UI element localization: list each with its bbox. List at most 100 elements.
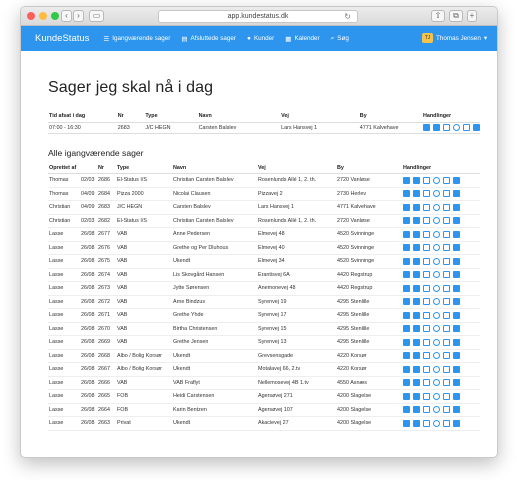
nav-kalender[interactable]: ▦ Kalender — [285, 35, 319, 43]
home-icon[interactable] — [403, 244, 410, 252]
document-icon[interactable] — [423, 298, 430, 306]
image-icon[interactable] — [443, 298, 450, 306]
document-icon[interactable] — [443, 124, 450, 131]
clock-icon[interactable] — [433, 419, 440, 427]
chat-icon[interactable] — [453, 271, 460, 279]
document-icon[interactable] — [423, 257, 430, 265]
document-icon[interactable] — [423, 325, 430, 333]
chat-icon[interactable] — [453, 406, 460, 414]
chat-icon[interactable] — [453, 325, 460, 333]
chat-icon[interactable] — [453, 230, 460, 238]
table-row[interactable]: Christian 04/09 2683 J/C HEGN Carsten Balsle… — [48, 200, 480, 215]
list-icon[interactable] — [413, 352, 420, 360]
list-icon[interactable] — [413, 284, 420, 292]
list-icon[interactable] — [413, 190, 420, 198]
home-icon[interactable] — [403, 217, 410, 225]
list-icon[interactable] — [413, 298, 420, 306]
list-icon[interactable] — [413, 338, 420, 346]
clock-icon[interactable] — [433, 190, 440, 198]
image-icon[interactable] — [443, 379, 450, 387]
sidebar-icon[interactable]: ▭ — [89, 10, 104, 22]
nav-kunder[interactable]: ● Kunder — [247, 35, 274, 42]
chat-icon[interactable] — [453, 311, 460, 319]
home-icon[interactable] — [403, 392, 410, 400]
chat-icon[interactable] — [453, 176, 460, 184]
list-icon[interactable] — [413, 325, 420, 333]
minimize-window-button[interactable] — [39, 12, 47, 20]
table-row[interactable]: Lasse 26/08 2666 VAB VAB Fraflyt Nellemosevej… — [48, 376, 480, 390]
table-row[interactable]: Lasse 26/08 2676 VAB Grethe og Per Dluhous El… — [48, 241, 480, 255]
document-icon[interactable] — [423, 284, 430, 292]
image-icon[interactable] — [463, 124, 470, 131]
table-row[interactable]: Lasse 26/08 2663 Privat Ukendt Akacievej 27 42… — [48, 416, 480, 431]
home-icon[interactable] — [403, 230, 410, 238]
image-icon[interactable] — [443, 176, 450, 184]
table-row[interactable]: Lasse 26/08 2665 FOB Heidi Carstensen Agersøv… — [48, 389, 480, 404]
clock-icon[interactable] — [453, 124, 460, 131]
brand-logo[interactable]: KundeStatus — [35, 33, 89, 44]
list-icon[interactable] — [413, 217, 420, 225]
clock-icon[interactable] — [433, 271, 440, 279]
clock-icon[interactable] — [433, 176, 440, 184]
clock-icon[interactable] — [433, 379, 440, 387]
image-icon[interactable] — [443, 244, 450, 252]
clock-icon[interactable] — [433, 406, 440, 414]
table-row[interactable]: Lasse 26/08 2664 FOB Karin Bentzen Agersøvej … — [48, 403, 480, 417]
table-row[interactable]: Lasse 26/08 2667 Albo / Bolig Korsør Ukendt M… — [48, 362, 480, 377]
forward-button[interactable]: › — [73, 10, 84, 22]
tabs-icon[interactable]: ⧉ — [449, 10, 463, 22]
image-icon[interactable] — [443, 284, 450, 292]
table-row[interactable]: Lasse 26/08 2677 VAB Anne Pedersen Elmevej 48… — [48, 227, 480, 242]
home-icon[interactable] — [403, 338, 410, 346]
list-icon[interactable] — [413, 311, 420, 319]
chat-icon[interactable] — [453, 419, 460, 427]
list-icon[interactable] — [413, 419, 420, 427]
clock-icon[interactable] — [433, 338, 440, 346]
home-icon[interactable] — [423, 124, 430, 131]
home-icon[interactable] — [403, 284, 410, 292]
home-icon[interactable] — [403, 406, 410, 414]
document-icon[interactable] — [423, 365, 430, 373]
table-row[interactable]: Lasse 26/08 2668 Albo / Bolig Korsør Ukendt G… — [48, 349, 480, 363]
home-icon[interactable] — [403, 176, 410, 184]
document-icon[interactable] — [423, 244, 430, 252]
table-row[interactable]: Lasse 26/08 2674 VAB Lis Skovgård Hansen Eran… — [48, 268, 480, 282]
clock-icon[interactable] — [433, 244, 440, 252]
document-icon[interactable] — [423, 203, 430, 211]
clock-icon[interactable] — [433, 230, 440, 238]
chat-icon[interactable] — [453, 244, 460, 252]
table-row[interactable]: Lasse 26/08 2670 VAB Birtha Christensen Syren… — [48, 322, 480, 336]
clock-icon[interactable] — [433, 284, 440, 292]
image-icon[interactable] — [443, 406, 450, 414]
list-icon[interactable] — [413, 406, 420, 414]
image-icon[interactable] — [443, 271, 450, 279]
chat-icon[interactable] — [453, 352, 460, 360]
document-icon[interactable] — [423, 352, 430, 360]
list-icon[interactable] — [413, 257, 420, 265]
document-icon[interactable] — [423, 176, 430, 184]
image-icon[interactable] — [443, 203, 450, 211]
reload-icon[interactable]: ↻ — [344, 11, 351, 22]
document-icon[interactable] — [423, 190, 430, 198]
clock-icon[interactable] — [433, 325, 440, 333]
chat-icon[interactable] — [453, 217, 460, 225]
address-bar[interactable]: app.kundestatus.dk ↻ — [158, 10, 358, 23]
home-icon[interactable] — [403, 365, 410, 373]
table-row[interactable]: Lasse 26/08 2669 VAB Grethe Jensen Syrenvej 1… — [48, 335, 480, 350]
home-icon[interactable] — [403, 190, 410, 198]
chat-icon[interactable] — [453, 338, 460, 346]
document-icon[interactable] — [423, 419, 430, 427]
home-icon[interactable] — [403, 298, 410, 306]
document-icon[interactable] — [423, 230, 430, 238]
close-window-button[interactable] — [27, 12, 35, 20]
image-icon[interactable] — [443, 419, 450, 427]
document-icon[interactable] — [423, 338, 430, 346]
clock-icon[interactable] — [433, 311, 440, 319]
list-icon[interactable] — [413, 271, 420, 279]
home-icon[interactable] — [403, 419, 410, 427]
new-tab-button[interactable]: + — [467, 10, 477, 22]
home-icon[interactable] — [403, 311, 410, 319]
nav-soeg[interactable]: ⌕ Søg — [331, 35, 349, 43]
image-icon[interactable] — [443, 392, 450, 400]
list-icon[interactable] — [413, 176, 420, 184]
